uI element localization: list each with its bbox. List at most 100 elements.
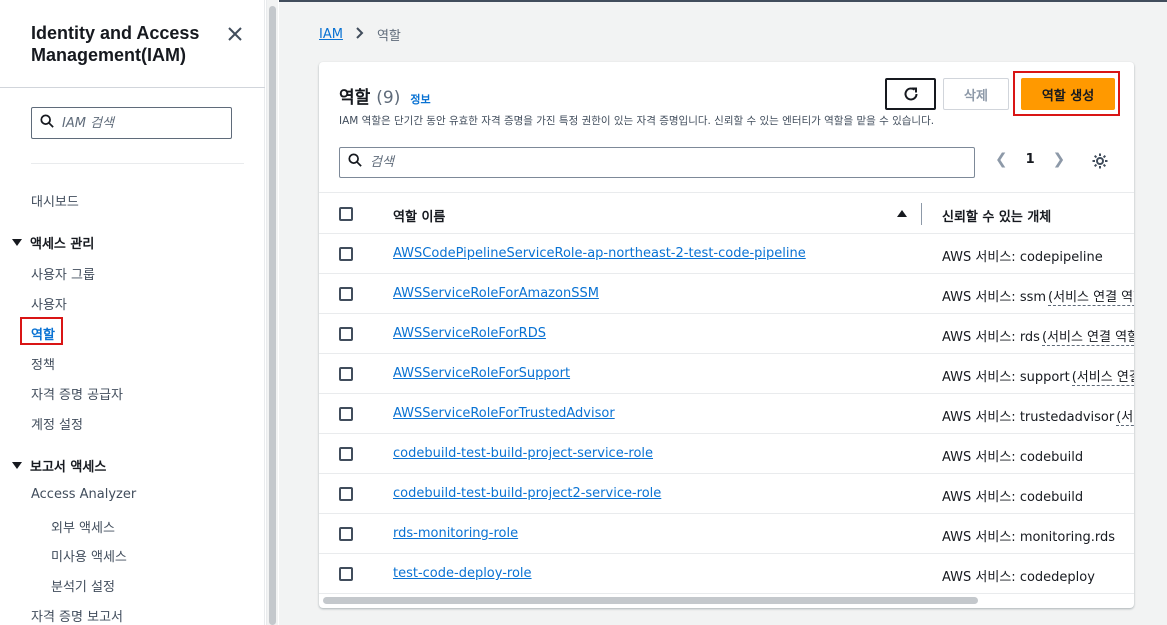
sidebar-title: Identity and Access Management(IAM) xyxy=(31,23,200,65)
row-checkbox[interactable] xyxy=(339,567,353,581)
role-name-link[interactable]: AWSServiceRoleForSupport xyxy=(393,366,570,381)
row-checkbox[interactable] xyxy=(339,527,353,541)
table-row: AWSServiceRoleForTrustedAdvisor AWS 서비스: … xyxy=(319,394,1134,434)
create-role-button[interactable]: 역할 생성 xyxy=(1021,78,1115,110)
panel-title: 역할 (9) 정보 xyxy=(339,83,431,108)
service-linked-role-label[interactable]: (서비스 연결 역할) xyxy=(1041,330,1134,346)
sidebar-search-input[interactable] xyxy=(62,115,212,131)
sidebar-scrollbar[interactable] xyxy=(266,0,278,625)
caret-down-icon xyxy=(12,239,22,246)
service-linked-role-label[interactable]: (서비스 연결 역할) xyxy=(1048,290,1134,306)
refresh-button[interactable] xyxy=(885,78,936,110)
trusted-entity: AWS 서비스: trustedadvisor(서비스 연결 역할) xyxy=(942,406,1134,426)
role-name-link[interactable]: codebuild-test-build-project-service-rol… xyxy=(393,446,653,461)
role-count: (9) xyxy=(376,88,401,108)
sidebar-section-reports[interactable]: 보고서 액세스 xyxy=(12,456,106,475)
role-name-link[interactable]: test-code-deploy-role xyxy=(393,566,532,581)
trusted-entity-service: AWS 서비스: rds xyxy=(942,330,1040,345)
table-row: codebuild-test-build-project-service-rol… xyxy=(319,434,1134,474)
sidebar-item-dashboard[interactable]: 대시보드 xyxy=(31,191,79,210)
sidebar-section-label: 보고서 액세스 xyxy=(30,460,107,475)
role-name-link[interactable]: AWSServiceRoleForAmazonSSM xyxy=(393,286,599,301)
sidebar-item-external-access[interactable]: 외부 액세스 xyxy=(51,517,115,536)
trusted-entity: AWS 서비스: support(서비스 연결 역할) xyxy=(942,366,1134,386)
roles-search[interactable] xyxy=(339,147,975,178)
row-checkbox[interactable] xyxy=(339,327,353,341)
row-checkbox[interactable] xyxy=(339,367,353,381)
chevron-left-icon[interactable]: ❮ xyxy=(995,150,1008,168)
trusted-entity-service: AWS 서비스: codebuild xyxy=(942,450,1084,465)
sidebar-item-credential-report[interactable]: 자격 증명 보고서 xyxy=(31,606,123,625)
sidebar-item-analyzer-settings[interactable]: 분석기 설정 xyxy=(51,576,115,595)
sidebar-item-account-settings[interactable]: 계정 설정 xyxy=(31,414,83,433)
horizontal-scrollbar[interactable] xyxy=(323,597,978,604)
breadcrumb-iam-link[interactable]: IAM xyxy=(319,27,343,42)
chevron-right-icon[interactable]: ❯ xyxy=(1053,150,1066,168)
sidebar-section-access[interactable]: 액세스 관리 xyxy=(12,233,94,252)
trusted-entity: AWS 서비스: ssm(서비스 연결 역할) xyxy=(942,286,1134,306)
table-row: AWSServiceRoleForSupport AWS 서비스: support… xyxy=(319,354,1134,394)
sidebar-item-unused-access[interactable]: 미사용 액세스 xyxy=(51,546,127,565)
table-row: codebuild-test-build-project2-service-ro… xyxy=(319,474,1134,514)
sidebar-item-users[interactable]: 사용자 xyxy=(31,294,67,313)
trusted-entity-service: AWS 서비스: codepipeline xyxy=(942,250,1103,265)
caret-down-icon xyxy=(12,462,22,469)
row-checkbox[interactable] xyxy=(339,247,353,261)
roles-panel: 역할 (9) 정보 IAM 역할은 단기간 동안 유효한 자격 증명을 가진 특… xyxy=(319,62,1134,608)
column-resizer[interactable] xyxy=(921,203,922,225)
refresh-icon xyxy=(904,87,917,101)
sort-ascending-icon[interactable] xyxy=(897,210,907,217)
column-header-trusted-entity[interactable]: 신뢰할 수 있는 개체 xyxy=(942,206,1051,225)
column-header-role-name[interactable]: 역할 이름 xyxy=(393,206,445,225)
breadcrumb-current: 역할 xyxy=(376,29,401,44)
trusted-entity: AWS 서비스: codebuild xyxy=(942,486,1083,505)
row-checkbox[interactable] xyxy=(339,407,353,421)
trusted-entity: AWS 서비스: codedeploy xyxy=(942,566,1095,585)
table-row: AWSCodePipelineServiceRole-ap-northeast-… xyxy=(319,234,1134,274)
row-checkbox[interactable] xyxy=(339,447,353,461)
breadcrumb: IAM 역할 xyxy=(319,25,401,44)
trusted-entity-service: AWS 서비스: codebuild xyxy=(942,490,1084,505)
sidebar-item-access-analyzer[interactable]: Access Analyzer xyxy=(31,487,136,502)
gear-icon[interactable] xyxy=(1091,152,1109,170)
search-icon xyxy=(40,113,54,133)
panel-title-text: 역할 xyxy=(339,88,371,108)
trusted-entity-service: AWS 서비스: ssm xyxy=(942,290,1047,305)
divider xyxy=(31,163,244,164)
close-icon[interactable] xyxy=(223,22,247,46)
role-name-link[interactable]: AWSServiceRoleForRDS xyxy=(393,326,546,341)
table-header: 역할 이름 신뢰할 수 있는 개체 xyxy=(319,192,1134,234)
sidebar-item-user-groups[interactable]: 사용자 그룹 xyxy=(31,264,95,283)
sidebar-item-policies[interactable]: 정책 xyxy=(31,354,55,373)
sidebar: Identity and Access Management(IAM) 대시보드… xyxy=(0,0,265,625)
sidebar-search[interactable] xyxy=(31,107,232,139)
service-linked-role-label[interactable]: (서비스 연결 역할) xyxy=(1116,410,1134,426)
scrollbar-thumb[interactable] xyxy=(269,6,276,625)
row-checkbox[interactable] xyxy=(339,487,353,501)
trusted-entity: AWS 서비스: codepipeline xyxy=(942,246,1103,265)
trusted-entity: AWS 서비스: codebuild xyxy=(942,446,1083,465)
current-page[interactable]: 1 xyxy=(1026,152,1035,167)
table-row: rds-monitoring-role AWS 서비스: monitoring.r… xyxy=(319,514,1134,554)
trusted-entity-service: AWS 서비스: trustedadvisor xyxy=(942,410,1115,425)
role-name-link[interactable]: AWSServiceRoleForTrustedAdvisor xyxy=(393,406,615,421)
role-name-link[interactable]: AWSCodePipelineServiceRole-ap-northeast-… xyxy=(393,246,806,261)
trusted-entity-service: AWS 서비스: monitoring.rds xyxy=(942,530,1116,545)
panel-description: IAM 역할은 단기간 동안 유효한 자격 증명을 가진 특정 권한이 있는 자… xyxy=(339,115,935,127)
trusted-entity-service: AWS 서비스: codedeploy xyxy=(942,570,1095,585)
role-name-link[interactable]: codebuild-test-build-project2-service-ro… xyxy=(393,486,661,501)
service-linked-role-label[interactable]: (서비스 연결 역할) xyxy=(1071,370,1134,386)
highlight-box xyxy=(20,317,63,345)
roles-search-input[interactable] xyxy=(370,155,950,170)
trusted-entity-service: AWS 서비스: support xyxy=(942,370,1070,385)
delete-button[interactable]: 삭제 xyxy=(943,78,1009,110)
table-row: AWSServiceRoleForRDS AWS 서비스: rds (서비스 연결 … xyxy=(319,314,1134,354)
row-checkbox[interactable] xyxy=(339,287,353,301)
select-all-checkbox[interactable] xyxy=(339,207,353,221)
sidebar-item-identity-providers[interactable]: 자격 증명 공급자 xyxy=(31,384,123,403)
trusted-entity: AWS 서비스: rds (서비스 연결 역할) xyxy=(942,326,1134,346)
table-row: test-code-deploy-role AWS 서비스: codedeploy xyxy=(319,554,1134,594)
role-name-link[interactable]: rds-monitoring-role xyxy=(393,526,518,541)
trusted-entity: AWS 서비스: monitoring.rds xyxy=(942,526,1115,545)
info-link[interactable]: 정보 xyxy=(410,91,430,107)
